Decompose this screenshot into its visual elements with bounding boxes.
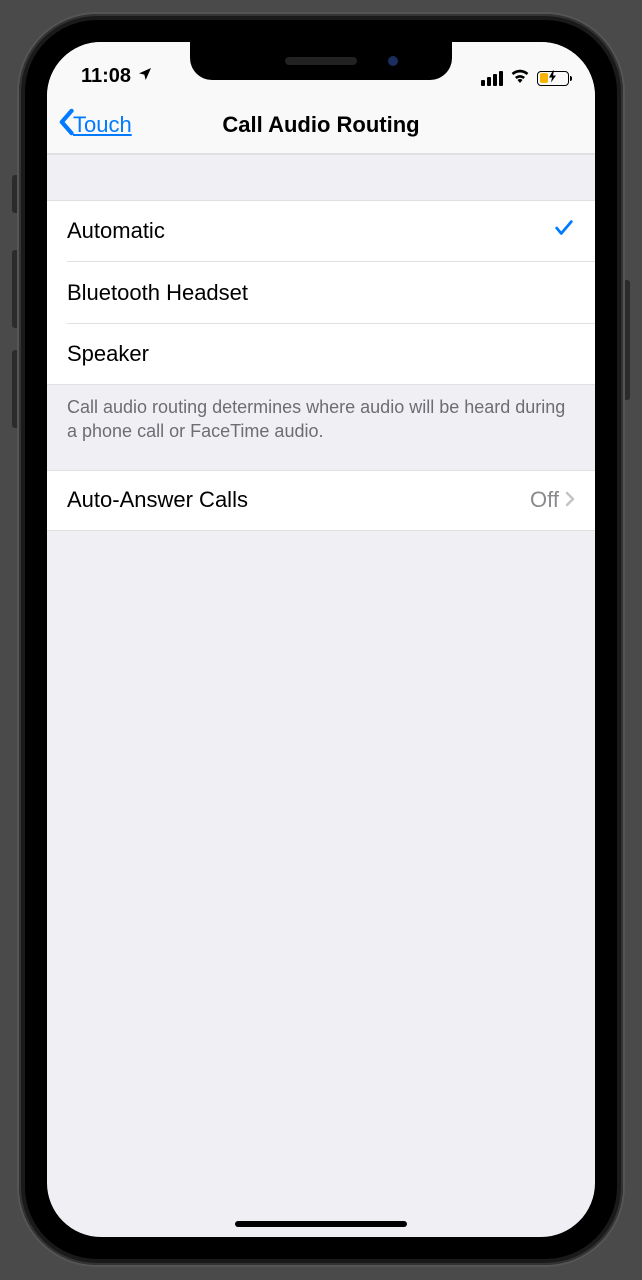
back-button[interactable]: Touch <box>57 108 132 142</box>
routing-option-speaker[interactable]: Speaker <box>47 324 595 385</box>
routing-footer: Call audio routing determines where audi… <box>47 385 595 470</box>
content: Automatic Bluetooth Headset Speaker Call… <box>47 154 595 531</box>
nav-bar: Touch Call Audio Routing <box>47 96 595 154</box>
checkmark-icon <box>553 217 575 245</box>
home-indicator[interactable] <box>235 1221 407 1227</box>
option-label: Bluetooth Headset <box>67 280 248 306</box>
volume-up-button[interactable] <box>12 250 19 328</box>
screen: 11:08 <box>47 42 595 1237</box>
battery-icon <box>537 71 569 86</box>
wifi-icon <box>510 68 530 88</box>
auto-answer-calls-row[interactable]: Auto-Answer Calls Off <box>47 470 595 531</box>
row-label: Auto-Answer Calls <box>67 487 248 513</box>
routing-option-automatic[interactable]: Automatic <box>47 200 595 261</box>
routing-option-bluetooth[interactable]: Bluetooth Headset <box>47 262 595 323</box>
cellular-signal-icon <box>481 71 503 86</box>
power-button[interactable] <box>623 280 630 400</box>
location-arrow-icon <box>137 65 153 88</box>
charging-bolt-icon <box>549 71 557 86</box>
front-camera <box>388 56 398 66</box>
device-frame: 11:08 <box>19 14 623 1265</box>
notch <box>190 42 452 80</box>
option-label: Automatic <box>67 218 165 244</box>
volume-down-button[interactable] <box>12 350 19 428</box>
silence-switch[interactable] <box>12 175 19 213</box>
back-label: Touch <box>73 112 132 138</box>
status-time: 11:08 <box>81 65 131 88</box>
row-value: Off <box>530 487 559 513</box>
chevron-right-icon <box>565 487 575 513</box>
option-label: Speaker <box>67 341 149 367</box>
earpiece <box>285 57 357 65</box>
